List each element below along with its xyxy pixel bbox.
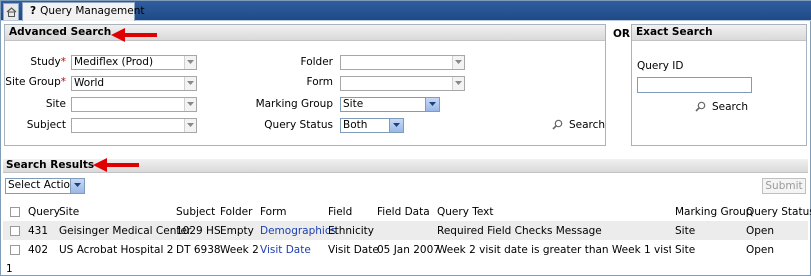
subject-combo[interactable]	[71, 118, 197, 133]
chevron-down-icon[interactable]	[425, 98, 439, 111]
home-icon	[6, 7, 17, 17]
form-label: Form	[306, 76, 333, 88]
column-header-form[interactable]: Form	[260, 206, 286, 218]
cell-folder: Empty	[220, 225, 254, 237]
cell-field: Visit Date	[328, 244, 379, 256]
chevron-down-icon[interactable]	[452, 77, 464, 90]
column-header-folder[interactable]: Folder	[220, 206, 252, 218]
column-header-site[interactable]: Site	[59, 206, 79, 218]
query-id-input[interactable]	[637, 77, 752, 93]
cell-query: 431	[28, 225, 49, 237]
chevron-down-icon[interactable]	[184, 98, 196, 111]
chevron-down-icon[interactable]	[184, 56, 196, 69]
query-status-select[interactable]: Both	[340, 118, 404, 133]
site-combo[interactable]	[71, 97, 197, 112]
query-id-label: Query ID	[637, 60, 684, 72]
cell-marking-group: Site	[675, 225, 696, 237]
subject-label: Subject	[26, 119, 66, 131]
chevron-down-icon[interactable]	[452, 56, 464, 69]
row-checkbox[interactable]	[10, 226, 20, 236]
callout-arrow-icon	[93, 158, 139, 172]
tab-label: Query Management	[40, 5, 145, 17]
column-header-query-text[interactable]: Query Text	[437, 206, 493, 218]
cell-subject: 1029 HS	[176, 225, 221, 237]
cell-site: US Acrobat Hospital 2	[59, 244, 174, 256]
cell-folder: Week 2	[220, 244, 259, 256]
column-header-field[interactable]: Field	[328, 206, 352, 218]
site-group-label: Site Group*	[5, 76, 66, 88]
form-combo[interactable]	[340, 76, 465, 91]
submit-button[interactable]: Submit	[762, 178, 806, 194]
study-label: Study*	[30, 56, 66, 68]
cell-query-text: Week 2 visit date is greater than Week 1…	[437, 244, 671, 256]
cell-site: Geisinger Medical Center	[59, 225, 192, 237]
chevron-down-icon[interactable]	[70, 179, 84, 193]
folder-combo[interactable]	[340, 55, 465, 70]
exact-search-button[interactable]: Search	[695, 101, 748, 113]
marking-group-select[interactable]: Site	[340, 97, 440, 112]
cell-query-status: Open	[746, 225, 775, 237]
callout-arrow-icon	[111, 28, 157, 42]
chevron-down-icon[interactable]	[184, 77, 196, 90]
study-combo[interactable]: Mediflex (Prod)	[71, 55, 197, 70]
select-all-checkbox[interactable]	[10, 207, 20, 217]
tab-bar: ? Query Management	[1, 1, 811, 21]
column-header-query-status[interactable]: Query Status	[746, 206, 811, 218]
column-header-query[interactable]: Query	[28, 206, 60, 218]
column-header-subject[interactable]: Subject	[176, 206, 215, 218]
folder-label: Folder	[300, 56, 333, 68]
advanced-search-title: Advanced Search	[5, 25, 605, 41]
cell-marking-group: Site	[675, 244, 696, 256]
or-separator: OR	[613, 28, 631, 40]
cell-field-data: 05 Jan 2007	[377, 244, 440, 256]
home-tab[interactable]	[3, 3, 19, 20]
cell-query-text: Required Field Checks Message	[437, 225, 602, 237]
cell-query: 402	[28, 244, 49, 256]
chevron-down-icon[interactable]	[184, 119, 196, 132]
site-label: Site	[45, 98, 66, 110]
result-page-count: 1	[6, 263, 13, 275]
search-icon	[552, 119, 563, 130]
column-header-marking-group[interactable]: Marking Group	[675, 206, 752, 218]
exact-search-title: Exact Search	[632, 25, 806, 41]
select-action-dropdown[interactable]: Select Action	[5, 178, 85, 194]
chevron-down-icon[interactable]	[389, 119, 403, 132]
query-management-window: ? Query Management Advanced Search Study*…	[0, 0, 811, 276]
cell-subject: DT 6938	[176, 244, 221, 256]
tab-query-management[interactable]: ? Query Management	[22, 2, 145, 21]
cell-query-status: Open	[746, 244, 775, 256]
advanced-search-button[interactable]: Search	[552, 119, 605, 131]
form-link[interactable]: Demographics	[260, 225, 336, 237]
form-link[interactable]: Visit Date	[260, 244, 311, 256]
column-header-field-data[interactable]: Field Data	[377, 206, 430, 218]
row-checkbox[interactable]	[10, 245, 20, 255]
marking-group-label: Marking Group	[255, 98, 333, 110]
query-status-label: Query Status	[264, 119, 333, 131]
site-group-combo[interactable]: World	[71, 76, 197, 91]
cell-field: Ethnicity	[328, 225, 374, 237]
help-icon: ?	[30, 5, 37, 17]
search-icon	[695, 101, 706, 112]
